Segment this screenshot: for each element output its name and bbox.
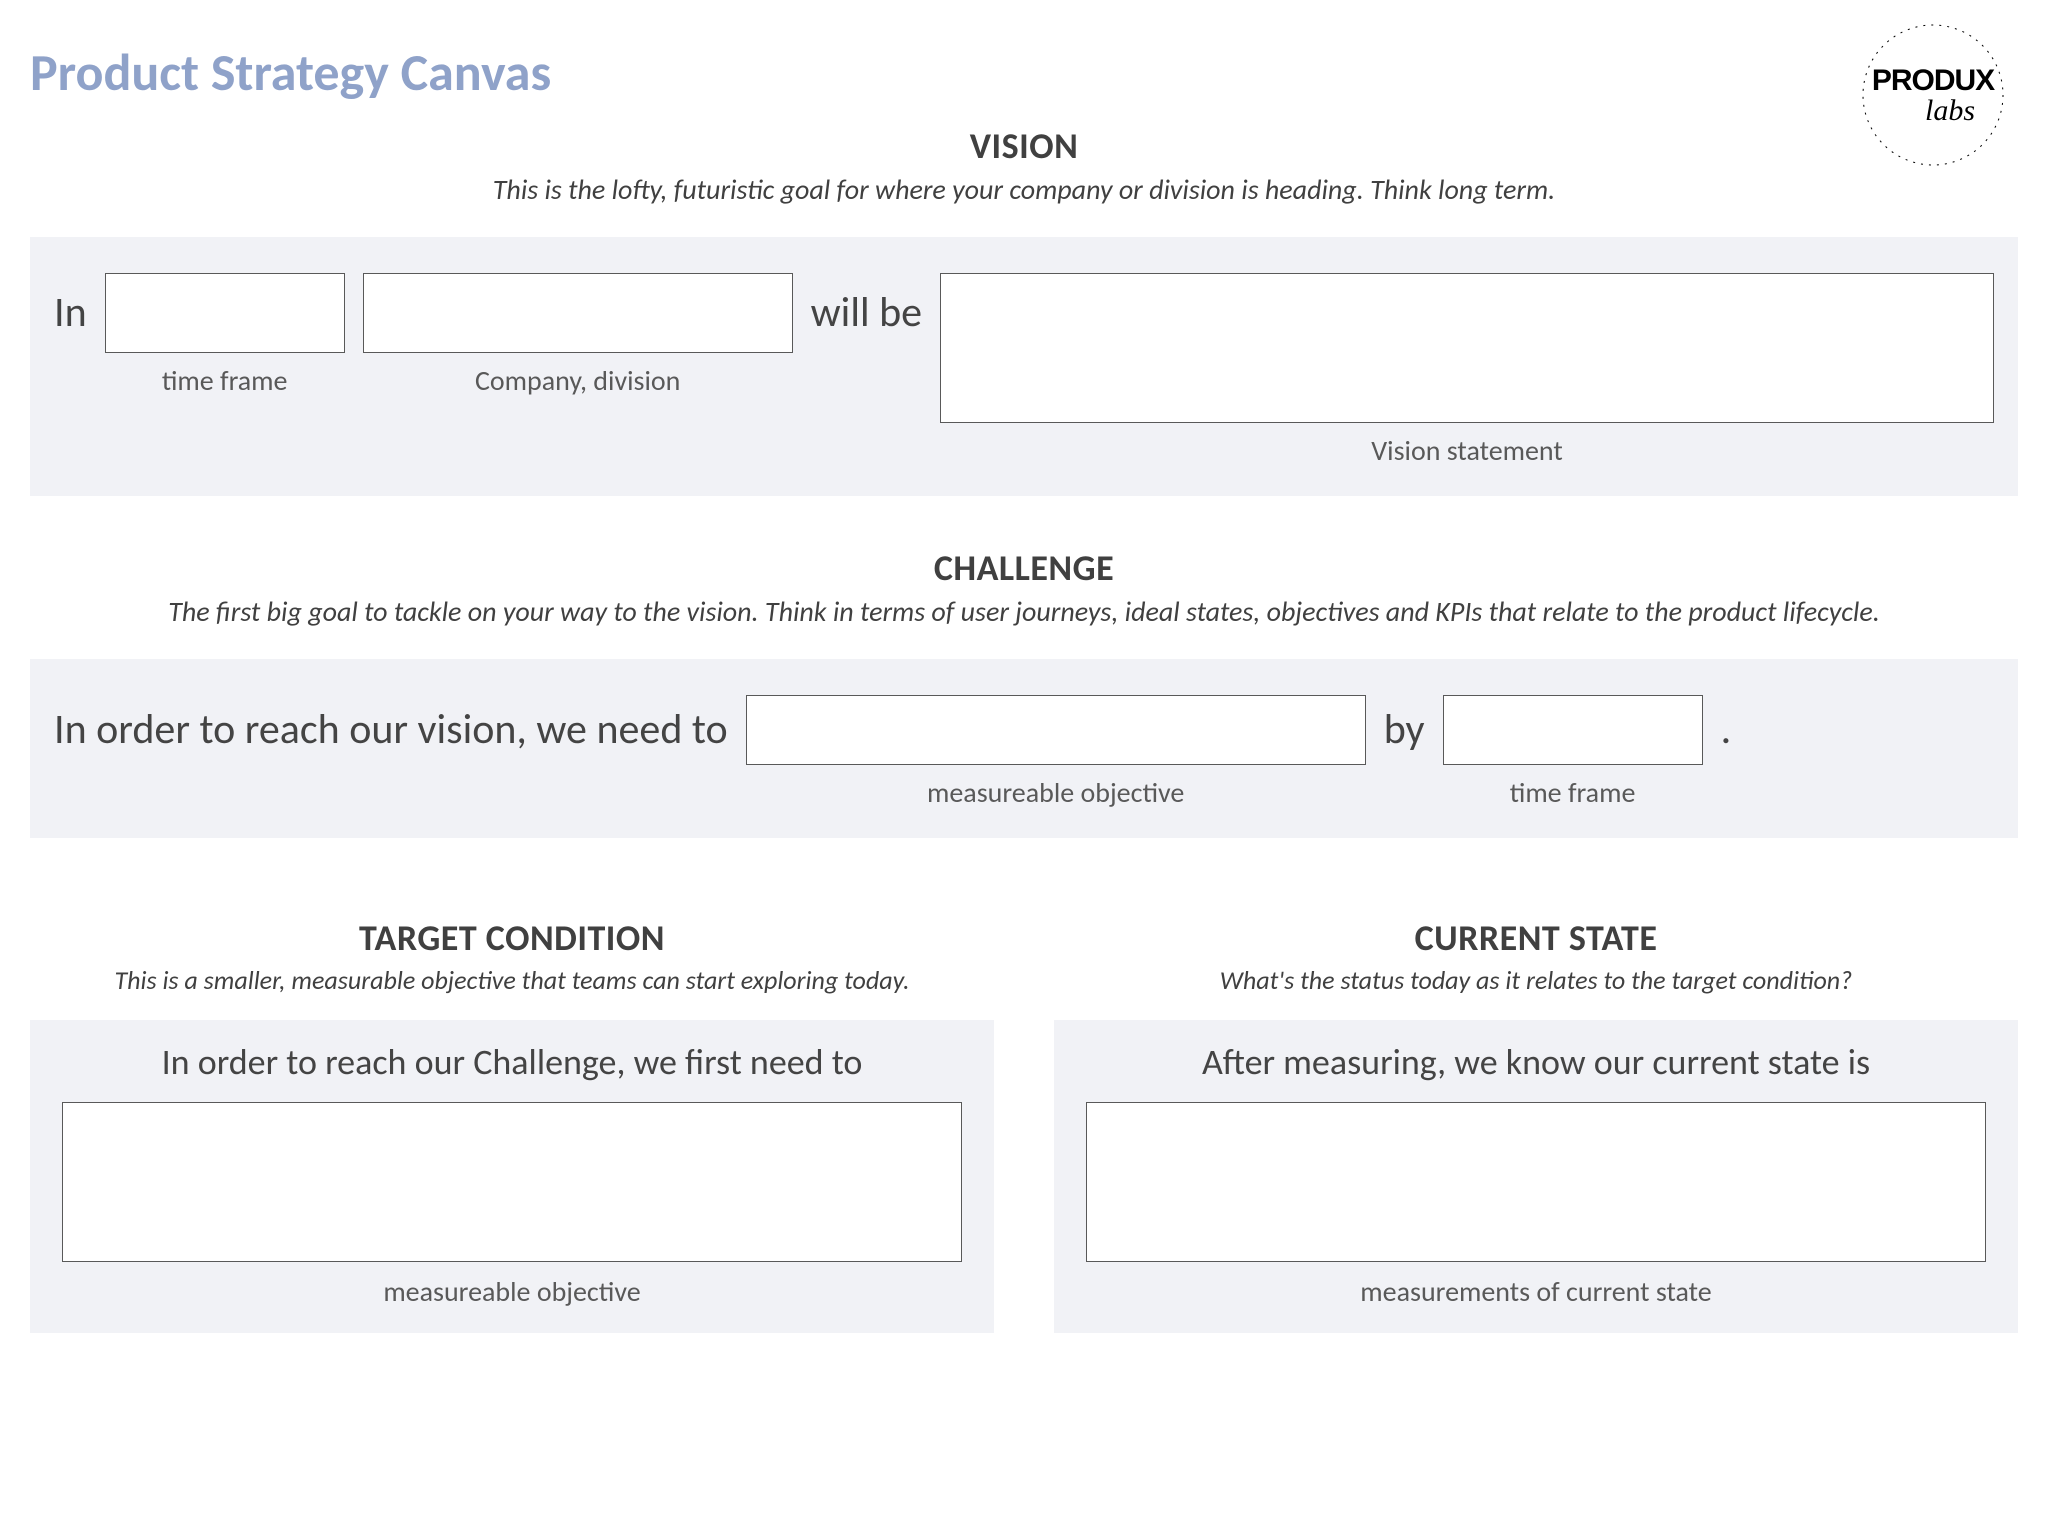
page-title: Product Strategy Canvas [30,40,2018,104]
challenge-word-by: by [1384,695,1425,765]
current-title: CURRENT STATE [1054,916,2018,960]
current-state-input[interactable] [1086,1102,1986,1262]
vision-subtitle: This is the lofty, futuristic goal for w… [30,172,2018,207]
vision-company-label: Company, division [475,363,680,398]
challenge-timeframe-input[interactable] [1443,695,1703,765]
challenge-objective-field: measureable objective [746,695,1366,810]
challenge-period: . [1721,695,1732,765]
challenge-sentence: In order to reach our vision, we need to… [54,695,1994,810]
vision-statement-label: Vision statement [1371,433,1562,468]
vision-word-willbe: will be [811,273,922,353]
challenge-panel: In order to reach our vision, we need to… [30,659,2018,838]
vision-sentence: In time frame Company, division will be … [54,273,1994,468]
vision-company-field: Company, division [363,273,793,398]
current-panel: After measuring, we know our current sta… [1054,1020,2018,1333]
target-title: TARGET CONDITION [30,916,994,960]
current-state-column: CURRENT STATE What's the status today as… [1054,898,2018,1333]
vision-word-in: In [54,273,87,353]
challenge-subtitle: The first big goal to tackle on your way… [30,594,2018,629]
current-lead: After measuring, we know our current sta… [1086,1040,1986,1084]
target-condition-column: TARGET CONDITION This is a smaller, meas… [30,898,994,1333]
target-panel: In order to reach our Challenge, we firs… [30,1020,994,1333]
target-caption: measureable objective [62,1274,962,1309]
logo-text-line2: labs [1925,94,1975,127]
challenge-timeframe-label: time frame [1510,775,1636,810]
vision-statement-input[interactable] [940,273,1994,423]
challenge-title: CHALLENGE [30,546,2018,590]
challenge-objective-input[interactable] [746,695,1366,765]
challenge-lead: In order to reach our vision, we need to [54,695,728,765]
logo-text-line1: PRODUX [1872,64,1995,97]
target-section-head: TARGET CONDITION This is a smaller, meas… [30,916,994,996]
target-lead: In order to reach our Challenge, we firs… [62,1040,962,1084]
produx-labs-logo: PRODUX labs [1858,20,2008,170]
vision-statement-field: Vision statement [940,273,1994,468]
vision-timeframe-field: time frame [105,273,345,398]
challenge-section-head: CHALLENGE The first big goal to tackle o… [30,546,2018,629]
current-subtitle: What's the status today as it relates to… [1054,964,2018,996]
vision-panel: In time frame Company, division will be … [30,237,2018,496]
vision-timeframe-input[interactable] [105,273,345,353]
current-section-head: CURRENT STATE What's the status today as… [1054,916,2018,996]
logo-svg: PRODUX labs [1858,20,2008,170]
bottom-two-column: TARGET CONDITION This is a smaller, meas… [30,898,2018,1333]
challenge-objective-label: measureable objective [927,775,1184,810]
vision-timeframe-label: time frame [162,363,288,398]
target-objective-input[interactable] [62,1102,962,1262]
vision-title: VISION [30,124,2018,168]
vision-company-input[interactable] [363,273,793,353]
target-subtitle: This is a smaller, measurable objective … [30,964,994,996]
challenge-timeframe-field: time frame [1443,695,1703,810]
vision-section-head: VISION This is the lofty, futuristic goa… [30,124,2018,207]
current-caption: measurements of current state [1086,1274,1986,1309]
